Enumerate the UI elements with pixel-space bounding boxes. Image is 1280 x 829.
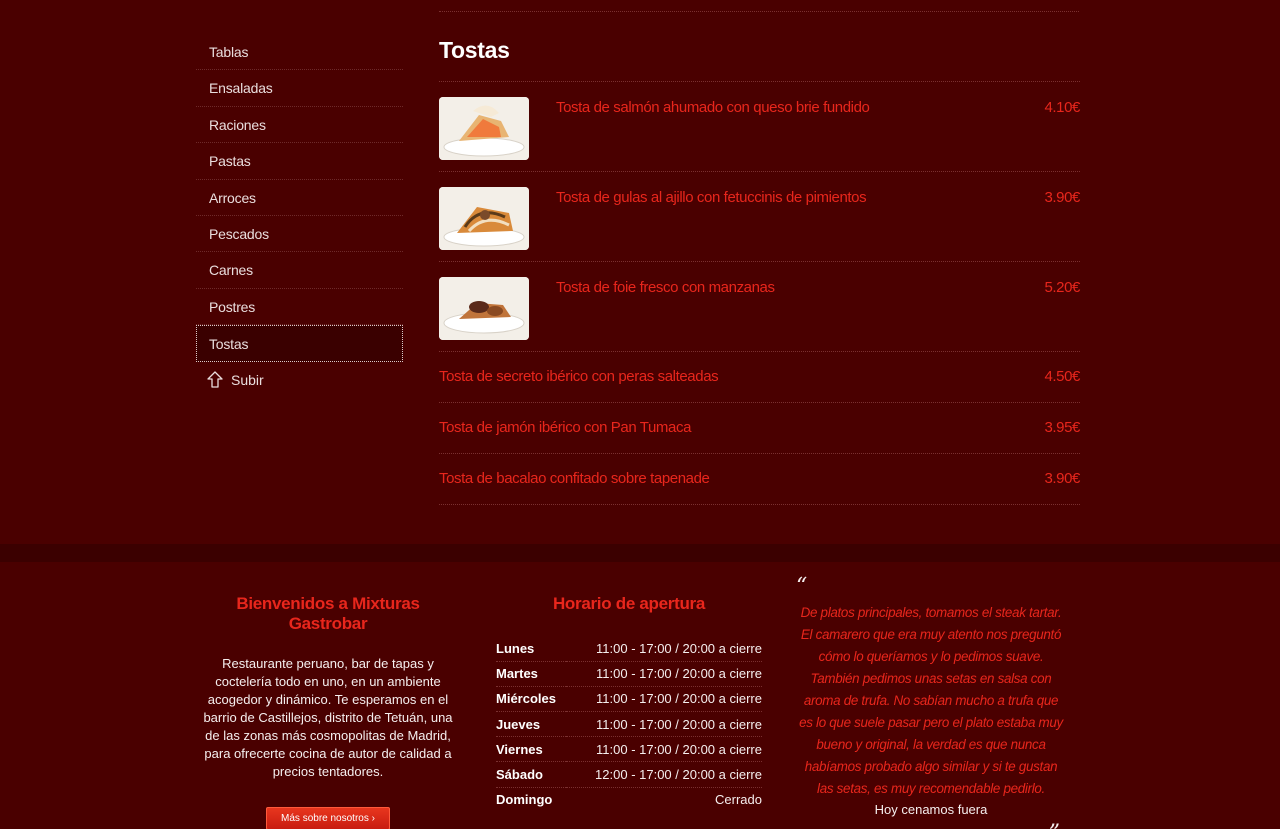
sidebar-item-tostas[interactable]: Tostas [196,325,403,362]
hours-title: Horario de apertura [552,594,706,613]
dish-photo[interactable] [439,277,529,340]
day-label: Miércoles [496,686,567,713]
sidebar-item-postres[interactable]: Postres [196,289,403,326]
dish-price: 3.95€ [1044,419,1080,436]
day-label: Sábado [496,761,567,788]
time-value: 11:00 - 17:00 / 20:00 a cierre [566,736,762,763]
scroll-up-link[interactable]: Subir [196,362,403,398]
table-row: Martes 11:00 - 17:00 / 20:00 a cierre [496,661,762,687]
section-title: Tostas [439,34,1080,82]
open-quote-icon: “ [796,574,808,599]
dish-price: 5.20€ [1044,279,1080,296]
time-value: Cerrado [715,792,762,808]
arrow-up-icon [207,370,223,388]
table-row: Jueves 11:00 - 17:00 / 20:00 a cierre [496,711,762,738]
dish-name[interactable]: Tosta de jamón ibérico con Pan Tumaca [439,419,691,436]
sidebar-item-pescados[interactable]: Pescados [196,216,403,253]
dish-name[interactable]: Tosta de secreto ibérico con peras salte… [439,368,719,385]
dish-price: 3.90€ [1044,189,1080,206]
table-row: Viernes 11:00 - 17:00 / 20:00 a cierre [496,736,762,763]
time-value: 12:00 - 17:00 / 20:00 a cierre [566,761,762,788]
hours-table: Lunes 11:00 - 17:00 / 20:00 a cierre Mart… [496,636,762,812]
day-label: Martes [496,661,567,687]
time-value: 11:00 - 17:00 / 20:00 a cierre [566,636,762,662]
dish-name[interactable]: Tosta de foie fresco con manzanas [556,279,775,296]
sidebar-item-tablas[interactable]: Tablas [196,34,403,71]
dish-row: Tosta de salmón ahumado con queso brie f… [439,82,1080,172]
dish-row: Tosta de jamón ibérico con Pan Tumaca 3.… [439,403,1080,454]
menu-section: Tostas Tosta de salmón ahumado con queso… [439,34,1080,505]
dish-row: Tosta de secreto ibérico con peras salte… [439,352,1080,403]
sidebar-item-carnes[interactable]: Carnes [196,252,403,289]
footer-band [0,544,1280,562]
dish-price: 3.90€ [1044,470,1080,487]
review-column: “ De platos principales, tomamos el stea… [796,574,1066,829]
day-label: Jueves [496,711,567,738]
about-us-button[interactable]: Más sobre nosotros › [266,807,390,829]
dish-row: Tosta de gulas al ajillo con fetuccinis … [439,172,1080,262]
day-label: Lunes [496,636,567,662]
day-label: Domingo [496,792,553,808]
dish-price: 4.10€ [1044,99,1080,116]
opening-hours-column: Horario de apertura Lunes 11:00 - 17:00 /… [496,594,762,812]
footer: Bienvenidos a Mixturas Gastrobar Restaur… [0,562,1280,829]
dish-price: 4.50€ [1044,368,1080,385]
scroll-up-label: Subir [231,371,264,388]
table-row: Domingo Cerrado [496,787,762,812]
welcome-column: Bienvenidos a Mixturas Gastrobar Restaur… [198,594,458,829]
menu-sidebar: Tablas Ensaladas Raciones Pastas Arroces… [196,34,403,398]
dish-name[interactable]: Tosta de bacalao confitado sobre tapenad… [439,470,710,487]
sidebar-item-pastas[interactable]: Pastas [196,143,403,180]
review-author: Hoy cenamos fuera [874,802,988,817]
dish-name[interactable]: Tosta de salmón ahumado con queso brie f… [556,99,870,116]
table-row: Lunes 11:00 - 17:00 / 20:00 a cierre [496,636,762,662]
sidebar-item-ensaladas[interactable]: Ensaladas [196,70,403,107]
table-row: Miércoles 11:00 - 17:00 / 20:00 a cierre [496,686,762,713]
time-value: 11:00 - 17:00 / 20:00 a cierre [566,711,762,738]
day-label: Viernes [496,736,567,763]
welcome-text: Restaurante peruano, bar de tapas y coct… [203,656,453,779]
top-divider [439,11,1079,12]
time-value: 11:00 - 17:00 / 20:00 a cierre [566,661,762,687]
dish-photo[interactable] [439,97,529,160]
review-text: De platos principales, tomamos el steak … [799,605,1063,796]
dish-row: Tosta de foie fresco con manzanas 5.20€ [439,262,1080,352]
main-area: Tablas Ensaladas Raciones Pastas Arroces… [0,0,1280,544]
table-row: Sábado 12:00 - 17:00 / 20:00 a cierre [496,761,762,788]
dish-name[interactable]: Tosta de gulas al ajillo con fetuccinis … [556,189,867,206]
dish-row: Tosta de bacalao confitado sobre tapenad… [439,454,1080,505]
welcome-title: Bienvenidos a Mixturas Gastrobar [236,594,420,633]
dish-photo[interactable] [439,187,529,250]
time-value: 11:00 - 17:00 / 20:00 a cierre [566,686,762,713]
sidebar-item-arroces[interactable]: Arroces [196,180,403,216]
sidebar-item-raciones[interactable]: Raciones [196,107,403,144]
